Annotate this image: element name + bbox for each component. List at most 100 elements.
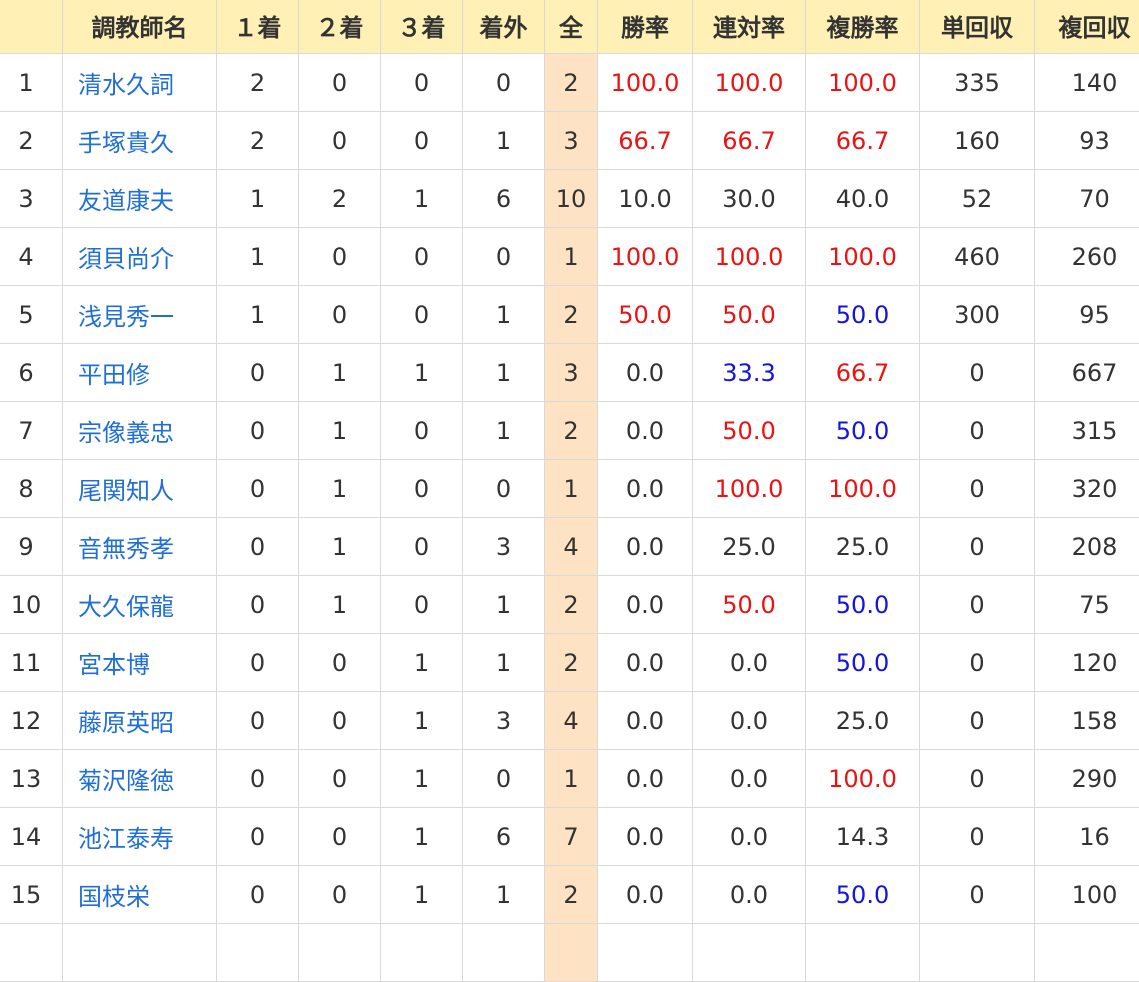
third-cell: 1 bbox=[381, 866, 463, 924]
first-cell: 0 bbox=[217, 344, 299, 402]
win-return-cell: 0 bbox=[920, 576, 1035, 634]
third-cell: 0 bbox=[381, 228, 463, 286]
place-return-cell: 140 bbox=[1035, 54, 1139, 112]
table-row: 8尾関知人010010.0100.0100.00320 bbox=[0, 460, 1139, 518]
header-third[interactable]: ３着 bbox=[381, 0, 463, 54]
header-quinella-rate[interactable]: 連対率 bbox=[693, 0, 806, 54]
table-row: 12藤原英昭001340.00.025.00158 bbox=[0, 692, 1139, 750]
trainer-name-link[interactable]: 須貝尚介 bbox=[63, 228, 217, 286]
rank-cell: 12 bbox=[0, 692, 63, 750]
win-rate-cell: 50.0 bbox=[598, 286, 693, 344]
win-return-cell bbox=[920, 924, 1035, 982]
second-cell: 0 bbox=[299, 750, 381, 808]
trainer-name-link[interactable]: 菊沢隆徳 bbox=[63, 750, 217, 808]
place-rate-cell: 100.0 bbox=[806, 54, 920, 112]
first-cell bbox=[217, 924, 299, 982]
place-return-cell: 260 bbox=[1035, 228, 1139, 286]
third-cell: 0 bbox=[381, 460, 463, 518]
trainer-name-link[interactable]: 浅見秀一 bbox=[63, 286, 217, 344]
trainer-name-link[interactable]: 清水久詞 bbox=[63, 54, 217, 112]
other-cell: 0 bbox=[463, 460, 545, 518]
header-win-return[interactable]: 単回収 bbox=[920, 0, 1035, 54]
third-cell: 1 bbox=[381, 692, 463, 750]
header-row: 調教師名 １着 ２着 ３着 着外 全 勝率 連対率 複勝率 単回収 複回収 bbox=[0, 0, 1139, 54]
header-place-rate[interactable]: 複勝率 bbox=[806, 0, 920, 54]
quinella-rate-cell: 0.0 bbox=[693, 692, 806, 750]
total-cell: 4 bbox=[545, 518, 598, 576]
first-cell: 0 bbox=[217, 808, 299, 866]
place-rate-cell: 50.0 bbox=[806, 402, 920, 460]
place-rate-cell: 50.0 bbox=[806, 866, 920, 924]
table-row: 5浅見秀一1001250.050.050.030095 bbox=[0, 286, 1139, 344]
trainer-name-link[interactable]: 尾関知人 bbox=[63, 460, 217, 518]
rank-cell: 6 bbox=[0, 344, 63, 402]
win-return-cell: 0 bbox=[920, 518, 1035, 576]
trainer-name-link[interactable]: 手塚貴久 bbox=[63, 112, 217, 170]
total-cell: 3 bbox=[545, 112, 598, 170]
place-return-cell: 315 bbox=[1035, 402, 1139, 460]
header-win-rate[interactable]: 勝率 bbox=[598, 0, 693, 54]
total-cell: 2 bbox=[545, 634, 598, 692]
trainer-name-link[interactable]: 国枝栄 bbox=[63, 866, 217, 924]
second-cell: 1 bbox=[299, 518, 381, 576]
total-cell: 2 bbox=[545, 402, 598, 460]
win-return-cell: 335 bbox=[920, 54, 1035, 112]
win-rate-cell: 0.0 bbox=[598, 576, 693, 634]
trainer-name-link[interactable]: 平田修 bbox=[63, 344, 217, 402]
place-return-cell: 120 bbox=[1035, 634, 1139, 692]
header-trainer-name[interactable]: 調教師名 bbox=[63, 0, 217, 54]
header-first[interactable]: １着 bbox=[217, 0, 299, 54]
rank-cell: 15 bbox=[0, 866, 63, 924]
second-cell: 1 bbox=[299, 402, 381, 460]
trainer-name-link[interactable]: 宗像義忠 bbox=[63, 402, 217, 460]
place-rate-cell: 50.0 bbox=[806, 286, 920, 344]
total-cell: 3 bbox=[545, 344, 598, 402]
other-cell: 3 bbox=[463, 518, 545, 576]
trainer-name-link[interactable]: 藤原英昭 bbox=[63, 692, 217, 750]
third-cell: 1 bbox=[381, 170, 463, 228]
place-return-cell: 95 bbox=[1035, 286, 1139, 344]
table-row: 14池江泰寿001670.00.014.3016 bbox=[0, 808, 1139, 866]
win-return-cell: 0 bbox=[920, 750, 1035, 808]
first-cell: 1 bbox=[217, 228, 299, 286]
quinella-rate-cell: 100.0 bbox=[693, 54, 806, 112]
win-rate-cell: 0.0 bbox=[598, 402, 693, 460]
rank-cell: 1 bbox=[0, 54, 63, 112]
trainer-name-link[interactable]: 宮本博 bbox=[63, 634, 217, 692]
total-cell: 1 bbox=[545, 228, 598, 286]
third-cell: 1 bbox=[381, 634, 463, 692]
win-rate-cell: 0.0 bbox=[598, 692, 693, 750]
trainer-name-link[interactable]: 友道康夫 bbox=[63, 170, 217, 228]
header-second[interactable]: ２着 bbox=[299, 0, 381, 54]
trainer-name-link[interactable]: 音無秀孝 bbox=[63, 518, 217, 576]
place-rate-cell: 66.7 bbox=[806, 344, 920, 402]
win-return-cell: 0 bbox=[920, 634, 1035, 692]
win-rate-cell: 100.0 bbox=[598, 54, 693, 112]
trainer-name-link[interactable]: 池江泰寿 bbox=[63, 808, 217, 866]
third-cell: 0 bbox=[381, 576, 463, 634]
win-rate-cell: 0.0 bbox=[598, 750, 693, 808]
win-rate-cell: 0.0 bbox=[598, 866, 693, 924]
rank-cell: 4 bbox=[0, 228, 63, 286]
first-cell: 0 bbox=[217, 634, 299, 692]
place-rate-cell: 14.3 bbox=[806, 808, 920, 866]
rank-cell: 5 bbox=[0, 286, 63, 344]
quinella-rate-cell: 50.0 bbox=[693, 576, 806, 634]
second-cell: 0 bbox=[299, 692, 381, 750]
rank-cell: 7 bbox=[0, 402, 63, 460]
trainer-name-link[interactable] bbox=[63, 924, 217, 982]
win-rate-cell: 0.0 bbox=[598, 344, 693, 402]
place-return-cell: 100 bbox=[1035, 866, 1139, 924]
table-row: 4須貝尚介10001100.0100.0100.0460260 bbox=[0, 228, 1139, 286]
other-cell: 1 bbox=[463, 286, 545, 344]
header-total[interactable]: 全 bbox=[545, 0, 598, 54]
win-rate-cell: 10.0 bbox=[598, 170, 693, 228]
quinella-rate-cell: 50.0 bbox=[693, 402, 806, 460]
place-return-cell: 93 bbox=[1035, 112, 1139, 170]
header-place-return[interactable]: 複回収 bbox=[1035, 0, 1139, 54]
header-other[interactable]: 着外 bbox=[463, 0, 545, 54]
trainer-name-link[interactable]: 大久保龍 bbox=[63, 576, 217, 634]
second-cell: 0 bbox=[299, 228, 381, 286]
second-cell: 0 bbox=[299, 54, 381, 112]
first-cell: 0 bbox=[217, 750, 299, 808]
